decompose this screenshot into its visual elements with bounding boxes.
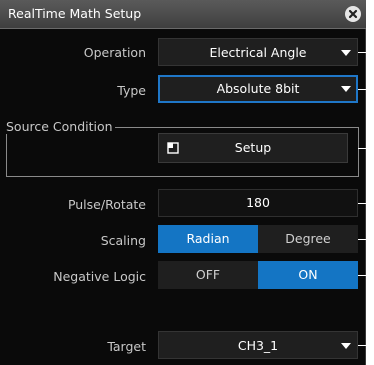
chevron-down-icon: [341, 50, 351, 56]
type-dropdown[interactable]: Absolute 8bit: [158, 75, 358, 103]
negative-logic-on-option[interactable]: ON: [258, 261, 358, 289]
dialog-title: RealTime Math Setup: [8, 6, 142, 21]
callout-line: [358, 89, 374, 90]
callout-line: [358, 52, 374, 53]
close-icon[interactable]: [345, 6, 361, 22]
callout-line: [358, 275, 374, 276]
negative-logic-off-option[interactable]: OFF: [158, 261, 258, 289]
callout-line: [358, 345, 374, 346]
type-label: Type: [117, 83, 146, 98]
negative-logic-label: Negative Logic: [53, 269, 146, 284]
pulse-rotate-input[interactable]: 180: [158, 189, 358, 217]
setup-dialog-icon: [167, 142, 179, 154]
type-value: Absolute 8bit: [216, 81, 300, 96]
setup-label: Setup: [234, 140, 272, 155]
scaling-radian-option[interactable]: Radian: [158, 225, 258, 253]
scaling-toggle: Radian Degree: [158, 225, 358, 253]
negative-logic-toggle: OFF ON: [158, 261, 358, 289]
target-dropdown[interactable]: CH3_1: [158, 331, 358, 359]
scaling-degree-option[interactable]: Degree: [258, 225, 358, 253]
title-bar: RealTime Math Setup: [0, 0, 366, 29]
chevron-down-icon: [341, 343, 351, 349]
chevron-down-icon: [341, 86, 351, 92]
source-setup-button[interactable]: Setup: [158, 133, 348, 163]
realtime-math-setup-dialog: RealTime Math Setup Operation Electrical…: [0, 0, 366, 365]
pulse-rotate-value: 180: [246, 195, 270, 210]
operation-dropdown[interactable]: Electrical Angle: [158, 38, 358, 66]
operation-value: Electrical Angle: [209, 45, 307, 60]
callout-line: [358, 148, 374, 149]
pulse-rotate-label: Pulse/Rotate: [67, 197, 146, 212]
source-condition-label: Source Condition: [4, 119, 115, 134]
operation-label: Operation: [83, 45, 146, 60]
scaling-label: Scaling: [100, 233, 146, 248]
callout-line: [358, 239, 374, 240]
target-value: CH3_1: [237, 338, 279, 353]
callout-line: [358, 203, 374, 204]
target-label: Target: [107, 339, 146, 354]
